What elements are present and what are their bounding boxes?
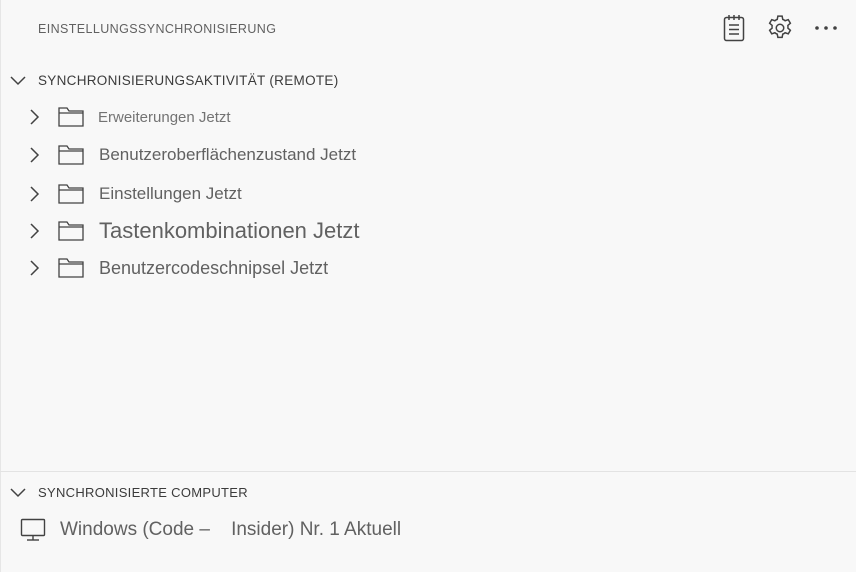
chevron-right-icon (24, 184, 44, 204)
monitor-icon (20, 517, 48, 543)
chevron-down-icon (8, 70, 28, 90)
notes-button[interactable] (718, 12, 750, 44)
tree-item-label: Erweiterungen Jetzt (98, 108, 231, 126)
folder-icon (58, 144, 84, 166)
settings-button[interactable] (764, 12, 796, 44)
chevron-right-icon (24, 107, 44, 127)
folder-icon (58, 183, 84, 205)
tree-item-keybindings[interactable]: Tastenkombinationen Jetzt (24, 213, 844, 249)
folder-icon (58, 220, 84, 242)
panel-toolbar (718, 12, 842, 44)
chevron-right-icon (24, 258, 44, 278)
panel-title: EINSTELLUNGSSYNCHRONISIERUNG (38, 22, 277, 36)
section-title: SYNCHRONISIERTE COMPUTER (38, 484, 248, 500)
section-divider (0, 471, 856, 472)
chevron-down-icon (8, 482, 28, 502)
machine-label: Windows (Code – Insider) Nr. 1 Aktuell (60, 519, 402, 540)
synced-machines-section-header[interactable]: SYNCHRONISIERTE COMPUTER (8, 480, 248, 504)
folder-icon (58, 257, 84, 279)
tree-item-label: Tastenkombinationen Jetzt (99, 218, 360, 243)
notes-icon (722, 14, 746, 42)
tree-item-snippets[interactable]: Benutzercodeschnipsel Jetzt (24, 250, 844, 286)
chevron-right-icon (24, 145, 44, 165)
machine-item[interactable]: Windows (Code – Insider) Nr. 1 Aktuell (20, 514, 401, 546)
tree-item-label: Benutzercodeschnipsel Jetzt (99, 257, 329, 278)
more-icon (813, 24, 839, 32)
tree-item-erweiterungen[interactable]: Erweiterungen Jetzt (24, 99, 844, 135)
gear-icon (765, 13, 795, 43)
chevron-right-icon (24, 221, 44, 241)
panel-left-border (0, 0, 1, 572)
tree-item-label: Einstellungen Jetzt (99, 184, 242, 203)
more-actions-button[interactable] (810, 12, 842, 44)
folder-icon (58, 106, 84, 128)
tree-item-einstellungen[interactable]: Einstellungen Jetzt (24, 176, 844, 212)
tree-item-label: Benutzeroberflächenzustand Jetzt (99, 145, 357, 164)
tree-item-ui-state[interactable]: Benutzeroberflächenzustand Jetzt (24, 137, 844, 173)
section-title: SYNCHRONISIERUNGSAKTIVITÄT (REMOTE) (38, 72, 339, 88)
sync-activity-section-header[interactable]: SYNCHRONISIERUNGSAKTIVITÄT (REMOTE) (8, 68, 339, 92)
